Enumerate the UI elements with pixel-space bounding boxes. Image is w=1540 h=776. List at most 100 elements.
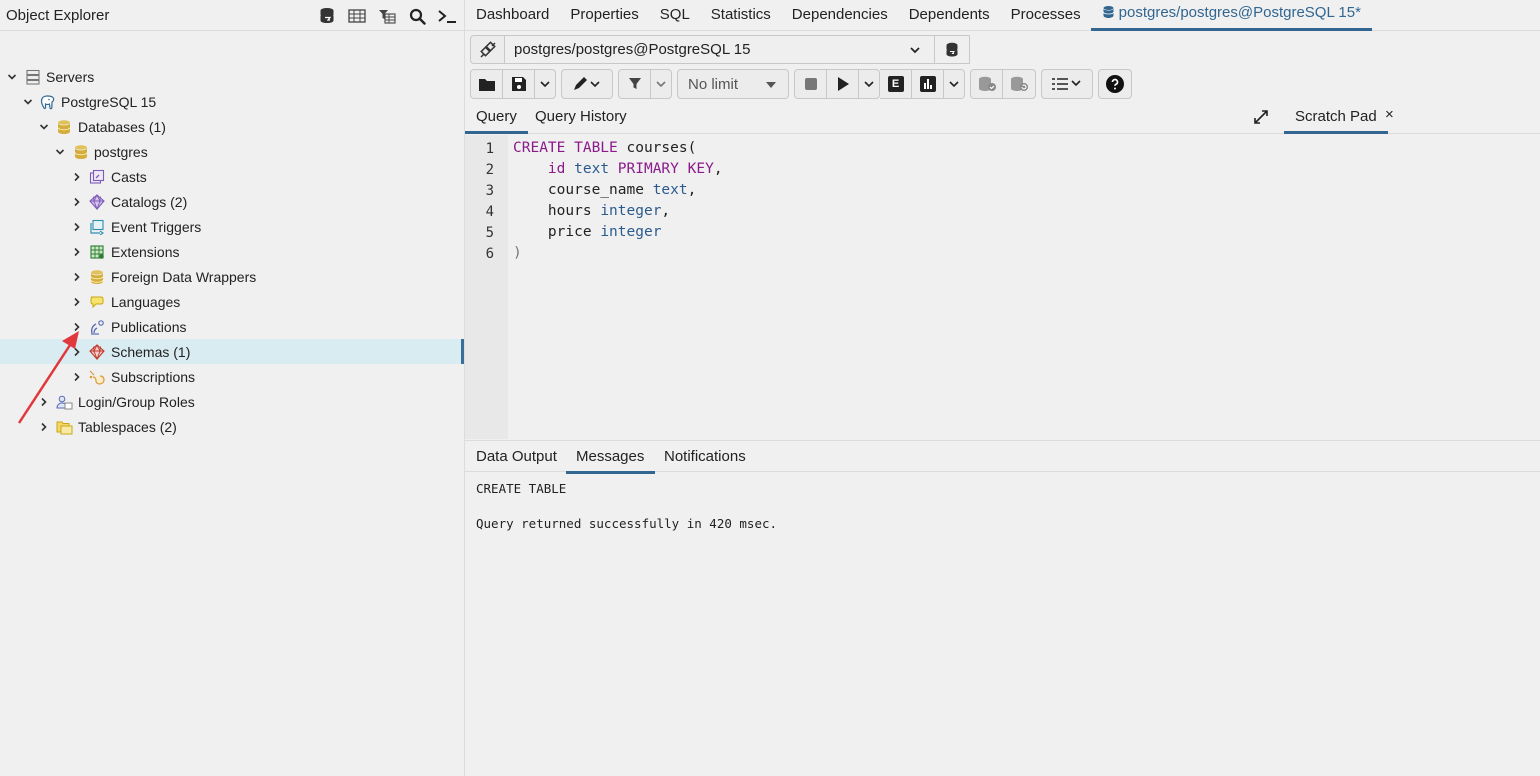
tab-processes[interactable]: Processes: [1000, 6, 1091, 30]
chevron-down-icon[interactable]: [37, 120, 51, 134]
tab-data-output[interactable]: Data Output: [476, 448, 557, 465]
line-number: 2: [485, 162, 494, 178]
tree-node-publications[interactable]: Publications: [0, 314, 464, 339]
plug-icon: [479, 40, 496, 58]
tree-node-catalogs[interactable]: Catalogs (2): [0, 189, 464, 214]
save-options-dropdown[interactable]: [535, 70, 555, 98]
tab-sql[interactable]: SQL: [649, 6, 700, 30]
tree-node-schemas[interactable]: Schemas (1): [0, 339, 464, 364]
chevron-right-icon[interactable]: [70, 220, 84, 234]
tree-node-postgresql-15[interactable]: PostgreSQL 15: [0, 89, 464, 114]
edit-group: [561, 69, 613, 99]
search-objects-button[interactable]: [404, 3, 430, 29]
commit-button[interactable]: [971, 70, 1003, 98]
tree-node-label: Casts: [111, 168, 147, 185]
maximize-icon[interactable]: [1253, 109, 1269, 130]
tree-node-extensions[interactable]: Extensions: [0, 239, 464, 264]
tree-node-databases[interactable]: Databases (1): [0, 114, 464, 139]
tab-query-history[interactable]: Query History: [535, 108, 627, 125]
chevron-right-icon[interactable]: [70, 195, 84, 209]
tree-node-servers[interactable]: Servers: [0, 64, 464, 89]
filtered-rows-button[interactable]: [374, 3, 400, 29]
explain-button[interactable]: E: [880, 70, 912, 98]
stop-button[interactable]: [795, 70, 827, 98]
help-button[interactable]: [1099, 70, 1131, 98]
chevron-right-icon[interactable]: [37, 420, 51, 434]
database-icon: [946, 42, 958, 56]
chevron-right-icon[interactable]: [70, 345, 84, 359]
chevron-right-icon[interactable]: [70, 270, 84, 284]
chevron-down-icon[interactable]: [21, 95, 35, 109]
editor-tab-bar: Query Query History Scratch Pad ×: [465, 101, 1540, 134]
servers-icon: [25, 69, 41, 85]
sql-editor[interactable]: 1 2 3 4 5 6 CREATE TABLE courses( id tex…: [465, 135, 1540, 439]
row-limit-select[interactable]: No limit: [678, 70, 788, 98]
database-icon: [73, 144, 89, 160]
connection-select-value: postgres/postgres@PostgreSQL 15: [514, 41, 751, 58]
chevron-down-icon[interactable]: [53, 145, 67, 159]
tab-properties[interactable]: Properties: [559, 6, 648, 30]
filter-dropdown[interactable]: [651, 70, 671, 98]
open-file-button[interactable]: [471, 70, 503, 98]
tree-node-casts[interactable]: Casts: [0, 164, 464, 189]
execute-button[interactable]: [827, 70, 859, 98]
tree-node-postgres-db[interactable]: postgres: [0, 139, 464, 164]
tree-node-login-group-roles[interactable]: Login/Group Roles: [0, 389, 464, 414]
tree-node-languages[interactable]: Languages: [0, 289, 464, 314]
chevron-down-icon: [656, 81, 666, 88]
query-toolbar: No limit E: [470, 69, 1137, 99]
chevron-down-icon[interactable]: [5, 70, 19, 84]
tab-query-tool-label: postgres/postgres@PostgreSQL 15*: [1118, 4, 1361, 21]
tab-query-tool[interactable]: postgres/postgres@PostgreSQL 15*: [1090, 4, 1373, 31]
tab-notifications[interactable]: Notifications: [664, 448, 746, 465]
tree-node-tablespaces[interactable]: Tablespaces (2): [0, 414, 464, 439]
rollback-button[interactable]: [1003, 70, 1035, 98]
tab-dependencies[interactable]: Dependencies: [781, 6, 898, 30]
connection-status-button[interactable]: [470, 35, 504, 64]
tab-dashboard[interactable]: Dashboard: [465, 6, 559, 30]
chevron-right-icon[interactable]: [70, 245, 84, 259]
view-data-button[interactable]: [344, 3, 370, 29]
tree-node-label: Login/Group Roles: [78, 393, 195, 410]
filter-button[interactable]: [619, 70, 651, 98]
filter-group: [618, 69, 672, 99]
save-file-button[interactable]: [503, 70, 535, 98]
explain-analyze-button[interactable]: [912, 70, 944, 98]
tree-node-label: Databases (1): [78, 118, 166, 135]
tab-scratch-pad[interactable]: Scratch Pad: [1284, 108, 1388, 134]
tab-dependents[interactable]: Dependents: [898, 6, 1000, 30]
tree-node-label: postgres: [94, 143, 148, 160]
close-scratch-pad-icon[interactable]: ×: [1385, 106, 1394, 123]
explain-options-dropdown[interactable]: [944, 70, 964, 98]
execute-options-dropdown[interactable]: [859, 70, 879, 98]
macros-button[interactable]: [1042, 70, 1092, 98]
tab-query[interactable]: Query: [465, 108, 528, 134]
foreign-data-wrappers-icon: [89, 269, 105, 285]
table-icon: [348, 9, 366, 23]
tree-node-event-triggers[interactable]: Event Triggers: [0, 214, 464, 239]
chevron-right-icon[interactable]: [70, 320, 84, 334]
chevron-right-icon[interactable]: [37, 395, 51, 409]
line-number: 3: [485, 183, 494, 199]
chevron-right-icon[interactable]: [70, 295, 84, 309]
chevron-down-icon: [540, 81, 550, 88]
row-limit-value: No limit: [688, 75, 739, 93]
schemas-icon: [89, 343, 105, 360]
message-line: Query returned successfully in 420 msec.: [476, 516, 778, 531]
edit-options-button[interactable]: [562, 70, 612, 98]
psql-tool-button[interactable]: [434, 3, 460, 29]
new-connection-button[interactable]: [934, 35, 969, 64]
tab-messages[interactable]: Messages: [565, 448, 656, 474]
connection-select[interactable]: postgres/postgres@PostgreSQL 15: [504, 35, 970, 64]
chevron-right-icon[interactable]: [70, 170, 84, 184]
code-line: ): [513, 245, 522, 261]
tree-node-subscriptions[interactable]: Subscriptions: [0, 364, 464, 389]
rollback-icon: [1011, 76, 1028, 91]
code-line: id text PRIMARY KEY,: [547, 161, 723, 177]
tree-node-foreign-data-wrappers[interactable]: Foreign Data Wrappers: [0, 264, 464, 289]
databases-icon: [56, 119, 72, 135]
chevron-right-icon[interactable]: [70, 370, 84, 384]
query-tool-button[interactable]: [314, 3, 340, 29]
tab-statistics[interactable]: Statistics: [700, 6, 781, 30]
tree-node-label: Subscriptions: [111, 368, 196, 385]
